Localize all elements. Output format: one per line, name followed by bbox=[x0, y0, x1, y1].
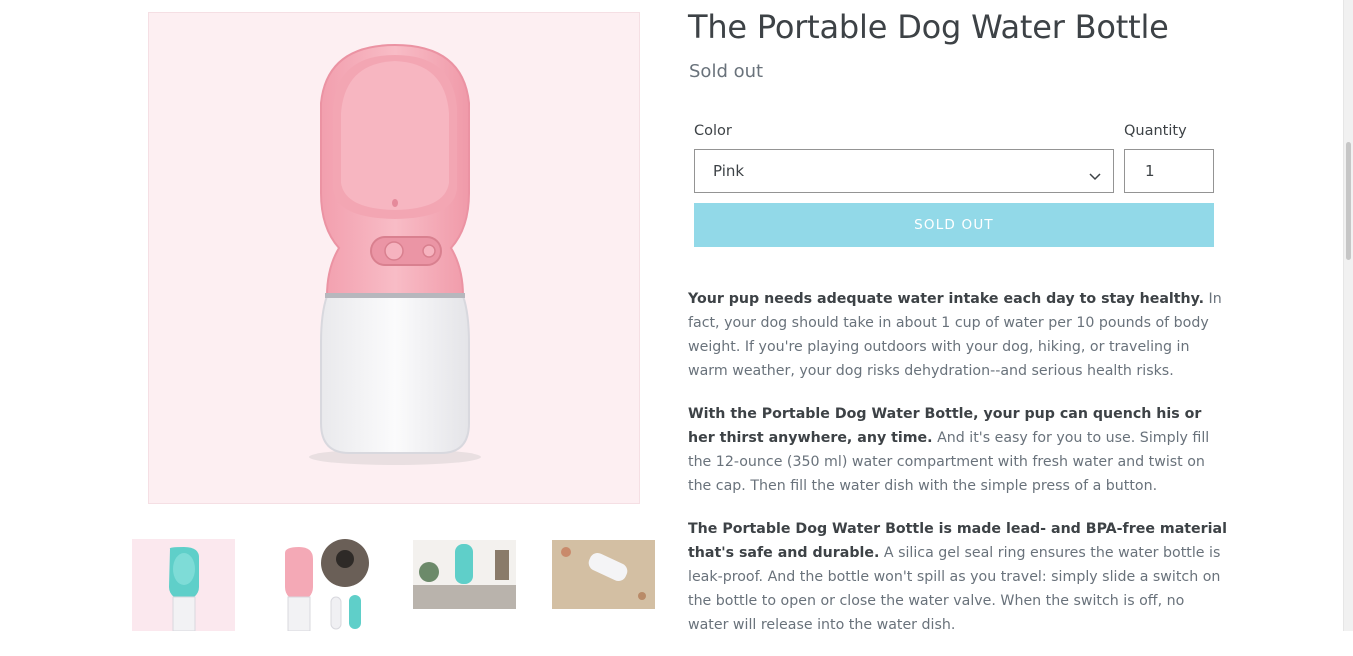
color-label: Color bbox=[694, 123, 732, 139]
sold-out-button[interactable]: SOLD OUT bbox=[694, 203, 1214, 247]
description-paragraph-2: With the Portable Dog Water Bottle, your… bbox=[688, 402, 1228, 498]
chevron-down-icon bbox=[1089, 167, 1101, 185]
product-title: The Portable Dog Water Bottle bbox=[688, 8, 1169, 46]
color-select[interactable]: Pink bbox=[694, 149, 1114, 193]
scrollbar-thumb[interactable] bbox=[1346, 142, 1351, 260]
page-scrollbar[interactable] bbox=[1343, 0, 1353, 631]
quantity-input[interactable]: 1 bbox=[1124, 149, 1214, 193]
color-select-value: Pink bbox=[713, 162, 745, 180]
product-thumbnail-teal[interactable] bbox=[132, 539, 235, 631]
description-paragraph-3: The Portable Dog Water Bottle is made le… bbox=[688, 517, 1228, 637]
quantity-value: 1 bbox=[1145, 162, 1155, 180]
description-bold-1: Your pup needs adequate water intake eac… bbox=[688, 291, 1204, 307]
product-thumbnail-lifestyle[interactable] bbox=[413, 540, 516, 609]
quantity-label: Quantity bbox=[1124, 123, 1187, 139]
product-thumbnail-pink-with-dog[interactable] bbox=[271, 539, 371, 631]
product-thumbnail-beach[interactable] bbox=[552, 540, 655, 609]
description-paragraph-1: Your pup needs adequate water intake eac… bbox=[688, 287, 1228, 383]
sold-out-status: Sold out bbox=[689, 61, 764, 82]
product-description: Your pup needs adequate water intake eac… bbox=[688, 287, 1228, 656]
product-main-image[interactable] bbox=[148, 12, 640, 504]
